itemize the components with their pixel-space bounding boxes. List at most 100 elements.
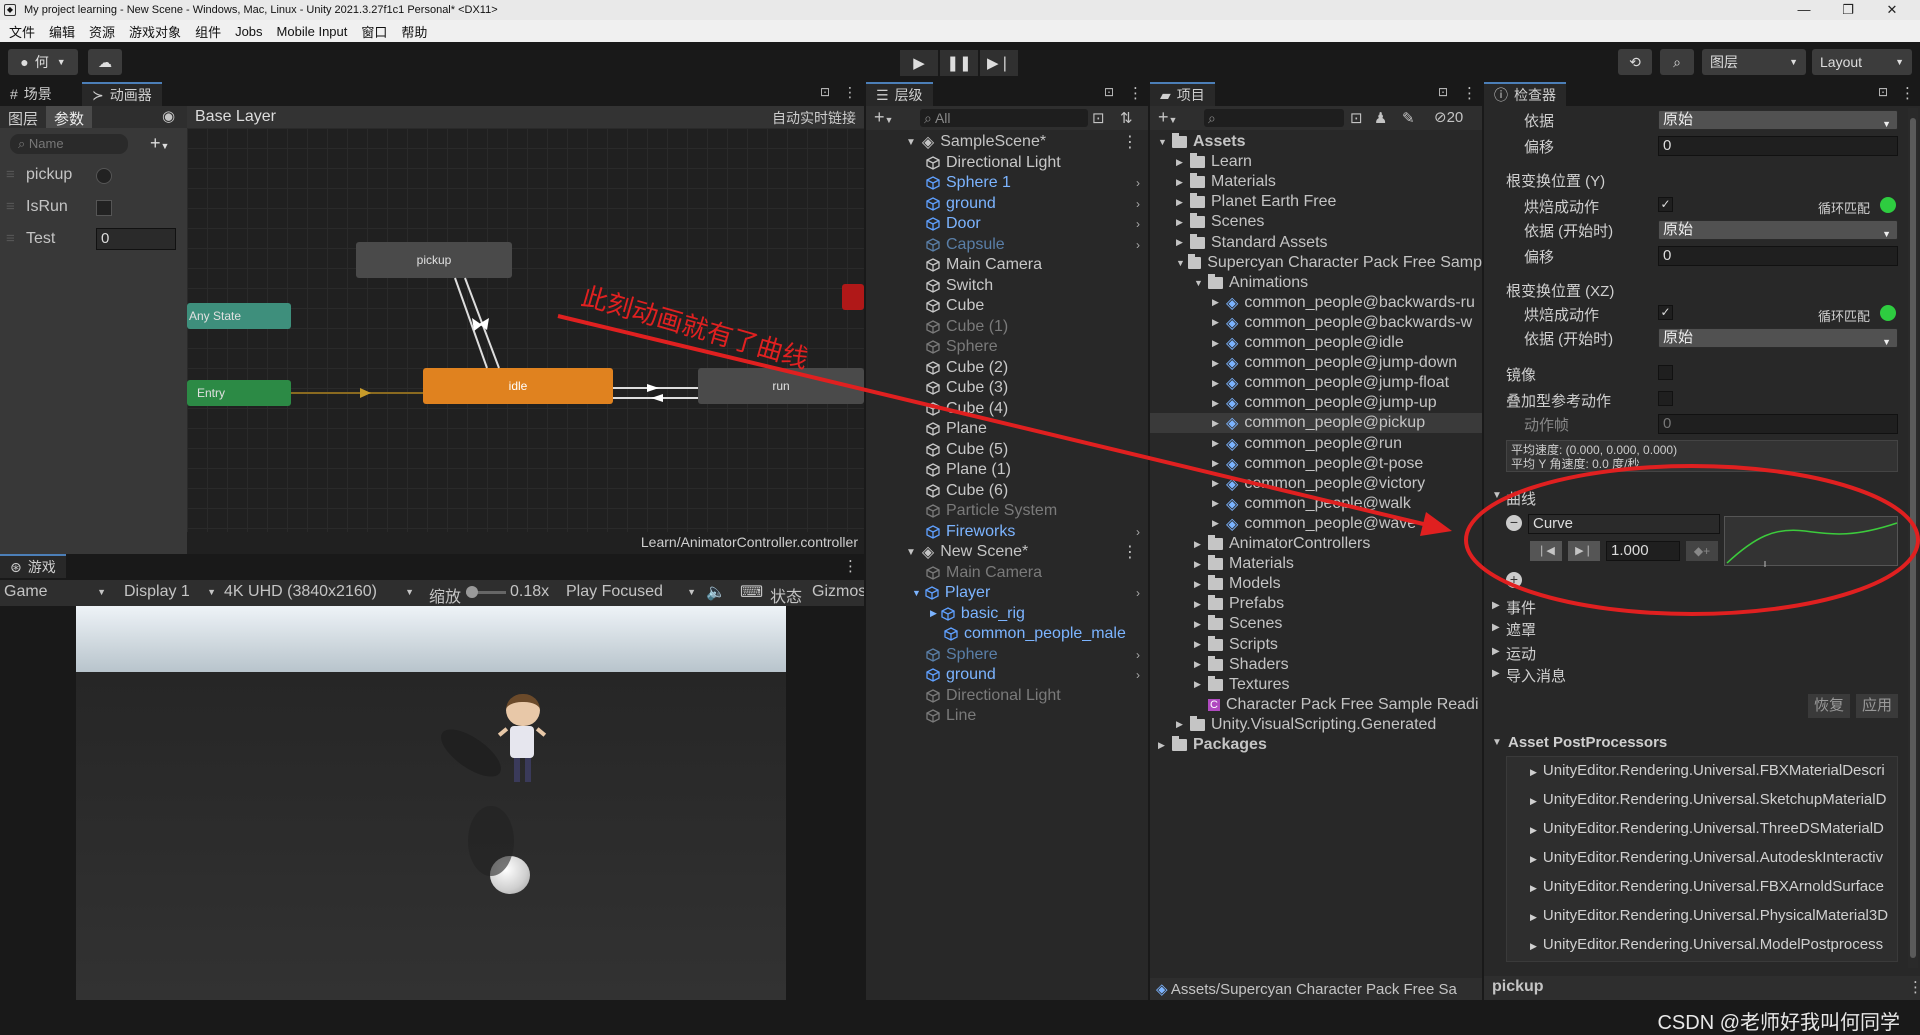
project-asset[interactable]: ▶ ◈ common_people@jump-down [1150,353,1482,373]
project-folder[interactable]: ▶ Standard Assets [1150,233,1482,253]
scale-slider[interactable] [466,586,506,598]
foldout-arrow-icon[interactable]: ▶ [1176,237,1190,248]
hierarchy-item[interactable]: Cube (3) [926,378,1146,398]
hierarchy-item[interactable]: Capsule › [926,235,1146,255]
project-asset[interactable]: ▶ ◈ common_people@victory [1150,474,1482,494]
scene-row[interactable]: ▼ ◈ New Scene* ⋮ [906,542,1146,562]
drag-handle-icon[interactable]: ≡ [6,230,15,247]
hierarchy-item[interactable]: Fireworks › [926,522,1146,542]
breadcrumb[interactable]: Base Layer [195,108,276,126]
minimize-button[interactable]: — [1782,0,1826,20]
foldout-arrow-icon[interactable]: ▶ [1212,398,1226,409]
project-search[interactable]: ⌕ [1204,109,1344,127]
menu-window[interactable]: 窗口 [361,22,387,41]
more-icon[interactable]: ⋮ [1908,978,1920,996]
project-asset[interactable]: ▶ ◈ common_people@idle [1150,333,1482,353]
eye-icon[interactable]: ◉ [162,107,175,125]
search-by-type-icon[interactable]: ⊡ [1350,109,1363,127]
hierarchy-item[interactable]: Cube (2) [926,358,1146,378]
play-focused-dropdown[interactable]: Play Focused ▼ [566,583,696,601]
postprocessor-item[interactable]: ▶ UnityEditor.Rendering.Universal.Physica… [1530,907,1908,924]
close-button[interactable]: ✕ [1870,0,1914,20]
mirror-checkbox[interactable] [1658,365,1673,380]
basis-start-y-dropdown[interactable]: 原始 ▼ [1658,220,1898,240]
curves-header[interactable]: 曲线 [1506,488,1536,509]
menu-component[interactable]: 组件 [195,22,221,41]
auto-live-link-button[interactable]: 自动实时链接 [772,108,856,128]
foldout-arrow-icon[interactable]: ▶ [1176,157,1190,168]
foldout-arrow-icon[interactable]: ▶ [1176,177,1190,188]
hierarchy-item[interactable]: ground › [926,665,1146,685]
postprocessor-item[interactable]: ▶ UnityEditor.Rendering.Universal.ModelPo… [1530,936,1908,953]
scene-visibility-icon[interactable]: ⊡ [1092,109,1105,127]
chevron-right-icon[interactable]: › [1136,525,1140,539]
project-folder[interactable]: ▶ Shaders [1150,655,1482,675]
foldout-arrow-icon[interactable]: ▶ [1176,217,1190,228]
foldout-arrow-icon[interactable]: ▼ [912,588,921,598]
maximize-button[interactable]: ❐ [1826,0,1870,20]
hierarchy-item[interactable]: Directional Light [926,686,1146,706]
project-folder[interactable]: ▶ Learn [1150,152,1482,172]
lock-icon[interactable]: ⊡ [820,85,830,99]
foldout-arrow-icon[interactable]: ▶ [1212,438,1226,449]
curves-foldout-arrow[interactable]: ▼ [1492,490,1502,501]
lock-icon[interactable]: ⊡ [1104,85,1114,99]
hierarchy-item[interactable]: Plane [926,419,1146,439]
foldout-arrow-icon[interactable]: ▶ [1530,767,1537,777]
project-folder[interactable]: ▶ Scripts [1150,635,1482,655]
hierarchy-search[interactable]: ⌕ All [920,109,1088,127]
param-row[interactable]: ≡ IsRun [0,192,187,222]
project-asset[interactable]: ▶ ◈ common_people@walk [1150,494,1482,514]
project-folder[interactable]: ▶ Prefabs [1150,594,1482,614]
float-field[interactable]: 0 [96,228,176,250]
drag-handle-icon[interactable]: ≡ [6,198,15,215]
postprocessors-arrow[interactable]: ▼ [1492,737,1502,748]
project-asset[interactable]: ▶ ◈ common_people@pickup [1150,413,1482,434]
foldout-arrow-icon[interactable]: ▶ [1194,679,1208,690]
project-folder[interactable]: ▶ Models [1150,574,1482,594]
basis-dropdown[interactable]: 原始 ▼ [1658,110,1898,130]
search-by-label-icon[interactable]: ♟ [1374,109,1387,127]
sort-icon[interactable]: ⇅ [1120,109,1133,127]
import-messages-header[interactable]: 导入消息 [1506,665,1566,686]
bake-xz-checkbox[interactable]: ✓ [1658,305,1673,320]
foldout-arrow-icon[interactable]: ▶ [1158,740,1172,751]
project-folder[interactable]: ▼ Supercyan Character Pack Free Samp [1150,253,1482,273]
apply-button[interactable]: 应用 [1856,694,1898,718]
project-folder[interactable]: ▶ Materials [1150,554,1482,574]
postprocessor-item[interactable]: ▶ UnityEditor.Rendering.Universal.Sketchu… [1530,791,1908,808]
mask-foldout-arrow[interactable]: ▶ [1492,622,1500,633]
project-asset[interactable]: ▶ ◈ common_people@jump-up [1150,393,1482,413]
foldout-arrow-icon[interactable]: ▶ [1194,639,1208,650]
hierarchy-item[interactable]: Plane (1) [926,460,1146,480]
foldout-arrow-icon[interactable]: ▶ [1212,458,1226,469]
foldout-arrow-icon[interactable]: ▶ [1212,498,1226,509]
lock-icon[interactable]: ⊡ [1438,85,1448,99]
postprocessor-item[interactable]: ▶ UnityEditor.Rendering.Universal.Autodes… [1530,849,1908,866]
gizmos-button[interactable]: Gizmos [812,583,864,601]
layout-dropdown[interactable]: Layout ▼ [1812,49,1912,75]
offset-field[interactable]: 0 [1658,136,1898,156]
motion-foldout-arrow[interactable]: ▶ [1492,646,1500,657]
play-button[interactable]: ▶ [900,50,938,76]
hierarchy-item[interactable]: ▼ Player › [912,583,1146,603]
motion-header[interactable]: 运动 [1506,643,1536,664]
hierarchy-item[interactable]: Cube (1) [926,317,1146,337]
add-curve-icon[interactable]: + [1506,572,1522,588]
param-search-field[interactable]: ⌕ Name [10,134,128,154]
hierarchy-item[interactable]: ground › [926,194,1146,214]
hierarchy-item[interactable]: Cube [926,296,1146,316]
foldout-arrow-icon[interactable]: ▶ [1530,825,1537,835]
foldout-arrow-icon[interactable]: ▶ [1212,378,1226,389]
menu-assets[interactable]: 资源 [89,22,115,41]
hierarchy-item[interactable]: Cube (6) [926,481,1146,501]
more-icon[interactable]: ⋮ [843,84,857,101]
hierarchy-item[interactable]: Particle System [926,501,1146,521]
postprocessors-header[interactable]: Asset PostProcessors [1508,734,1667,751]
project-asset[interactable]: ▶ ◈ common_people@run [1150,434,1482,454]
hierarchy-item[interactable]: Switch [926,276,1146,296]
menu-jobs[interactable]: Jobs [235,24,262,39]
hierarchy-item[interactable]: common_people_male [944,624,1146,644]
stats-button[interactable]: 状态 [770,583,802,607]
remove-curve-icon[interactable]: − [1506,515,1522,531]
